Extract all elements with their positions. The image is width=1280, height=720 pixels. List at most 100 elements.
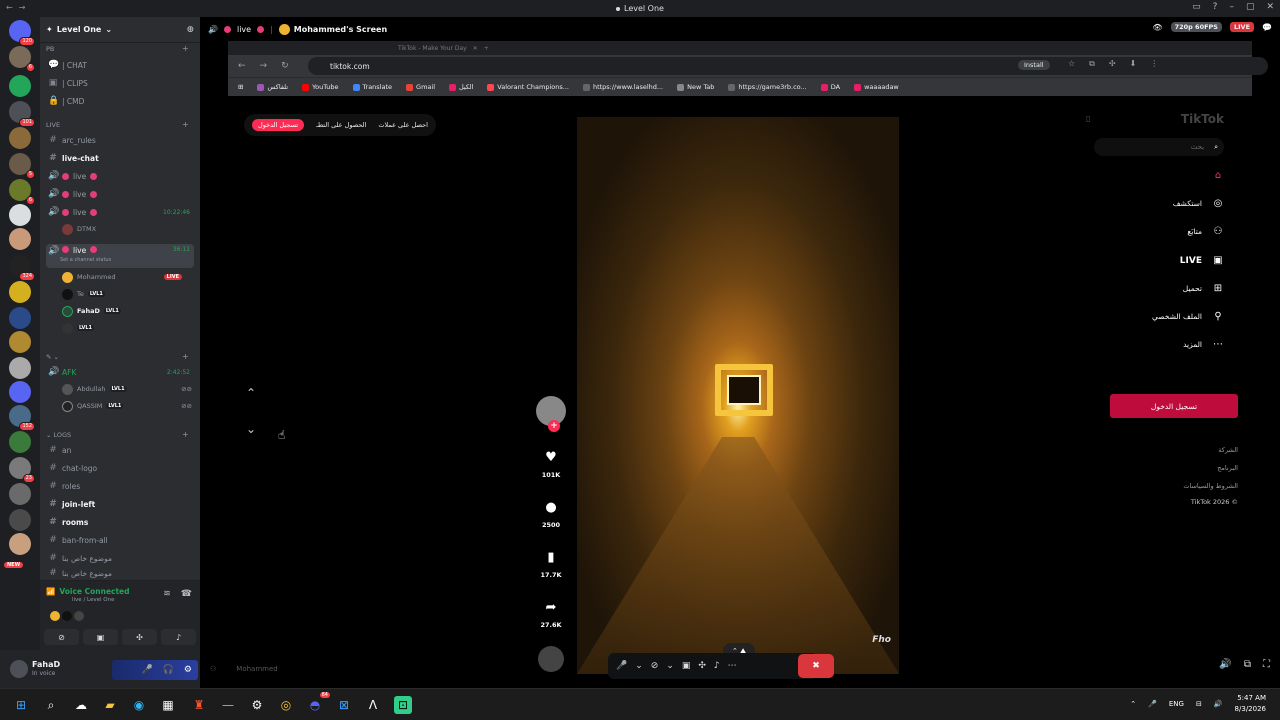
tab-close-icon[interactable]: ✕ [473,45,478,52]
bookmark-item[interactable]: https://www.laselhd... [582,83,663,91]
apps-icon[interactable]: ⊞ [238,83,243,91]
file-explorer-icon[interactable]: ▰ [101,696,119,714]
bookmark-item[interactable]: الكيل [449,83,473,91]
screen-share-button[interactable]: ▣ [83,629,118,645]
inbox-icon[interactable]: ▭ [1192,2,1201,12]
server-icon[interactable] [9,75,31,97]
server-icon[interactable] [9,357,31,379]
search-icon[interactable]: ⌕ [42,696,60,714]
nav-live[interactable]: LIVE ▣ [1180,255,1224,266]
server-icon[interactable]: 6 [9,46,35,72]
bookmark-item[interactable]: تلفاكس [257,83,288,91]
nav-more[interactable]: المزيد ⋯ [1183,339,1224,350]
volume-icon[interactable]: 🔊 [1219,659,1231,670]
save-button[interactable]: ▮ 17.7K [533,550,569,579]
server-icon[interactable]: 5 [9,153,35,179]
nav-upload[interactable]: تحميل ⊞ [1183,283,1224,294]
voice-user-qassim[interactable]: QASSIM LVL1 ⊘⊘ [62,398,192,414]
server-icon[interactable] [9,228,31,250]
channel-chat-logo[interactable]: # chat-logo [46,460,194,476]
channel-ban-from-all[interactable]: # ban-from-all [46,532,194,548]
bookmark-star-icon[interactable]: ☆ [1068,59,1075,69]
more-options-icon[interactable]: ⋯ [728,661,737,671]
server-icon[interactable] [9,533,31,555]
popout-icon[interactable]: ⧉ [1244,659,1251,670]
server-icon[interactable] [9,509,31,531]
category-live[interactable]: LIVE + [46,120,189,129]
tiktok-search[interactable]: بحث ⌕ [1094,138,1224,156]
server-header[interactable]: ✦ Level One ⌄ ⊕ [40,17,200,43]
bookmark-item[interactable]: New Tab [677,83,714,91]
new-tab-icon[interactable]: + [484,45,489,52]
voice-channel-afk[interactable]: 🔊 AFK 2:42:52 [46,364,194,380]
chat-bubble-icon[interactable]: 💬 [1262,23,1272,32]
browser-tab[interactable]: TikTok - Make Your Day [398,45,467,52]
channel-topic-2[interactable]: # موضوع خاص بنا [46,568,194,578]
network-icon[interactable]: ⊟ [1196,700,1202,708]
creator-avatar-button[interactable]: + [533,396,569,432]
nav-following[interactable]: متابَع ⚇ [1187,226,1224,237]
video-player[interactable]: Fho [577,117,899,674]
music-disc-button[interactable] [533,646,569,672]
clock[interactable]: 5:47 AM 8/3/2026 [1235,693,1266,715]
game-app-icon[interactable]: ⊡ [394,696,412,714]
headphones-icon[interactable]: 🎧 [163,665,174,675]
channel-rooms[interactable]: # rooms [46,514,194,530]
server-icon[interactable] [9,307,31,329]
reload-icon[interactable]: ↻ [281,61,289,71]
bookmark-item[interactable]: DA [820,83,840,91]
category-unnamed[interactable]: ✎ ⌄ + [46,352,189,361]
extensions-puzzle-icon[interactable]: ✣ [1109,59,1116,69]
stop-watching-button[interactable]: ✖ [798,654,834,678]
invite-icon[interactable]: ⊕ [186,25,194,35]
footer-company[interactable]: الشركة [1218,446,1238,454]
channel-join-left[interactable]: # join-left [46,496,194,512]
voice-status[interactable]: 📶 Voice Connected [46,587,130,596]
voice-location[interactable]: live / Level One [72,597,115,603]
fullscreen-icon[interactable]: ⛶ [1263,659,1270,670]
camera-off-button[interactable]: ⊘ [44,629,79,645]
store-icon[interactable]: ▦ [159,696,177,714]
bookmark-item[interactable]: https://game3rb.co... [728,83,807,91]
server-icon[interactable]: 152 [9,405,35,431]
close-icon[interactable]: ✕ [1266,2,1274,12]
chevron-down-icon[interactable]: ⌄ [635,661,643,671]
server-icon[interactable]: 120 [9,20,35,46]
nav-explore[interactable]: استكشف ◎ [1173,198,1224,209]
voice-channel-live-1[interactable]: 🔊 live [46,168,194,184]
snipping-icon[interactable]: ⊠ [335,696,353,714]
channel-clips[interactable]: ▣ | CLIPS [46,75,194,91]
voice-channel-live-2[interactable]: 🔊 live [46,186,194,202]
disconnect-icon[interactable]: ☎ [181,589,192,599]
browser-menu-icon[interactable]: ⋮ [1150,59,1158,69]
voice-user-abdullah[interactable]: Abdullah LVL1 ⊘⊘ [62,381,192,397]
channel-live-chat[interactable]: # live-chat [46,150,194,166]
forward-icon[interactable]: → [260,61,268,71]
user-avatar[interactable] [10,660,28,678]
footer-terms[interactable]: الشروط والسياسات [1183,482,1238,490]
channel-an[interactable]: # an [46,442,194,458]
nav-profile[interactable]: الملف الشخصي ⚲ [1152,311,1224,322]
window-controls[interactable]: ▭ ? – ▢ ✕ [1192,2,1274,12]
downloads-icon[interactable]: ⬇ [1130,59,1137,69]
mic-icon[interactable]: 🎤 [616,661,627,671]
voice-user-4[interactable]: LVL1 [62,320,95,336]
brave-icon[interactable]: ♜ [190,696,208,714]
mic-icon[interactable]: 🎤 [1148,700,1157,708]
channel-cmd[interactable]: 🔒 | CMD [46,93,194,109]
server-icon[interactable] [9,281,31,303]
server-icon[interactable]: 23 [9,457,35,483]
terminal-icon[interactable]: Λ [364,696,382,714]
add-channel-icon[interactable]: + [182,120,189,129]
install-button[interactable]: Install [1018,60,1050,70]
user-name[interactable]: FahaD [32,660,60,669]
minimize-icon[interactable]: – [1229,2,1234,12]
server-icon[interactable] [9,381,31,403]
voice-user-2[interactable]: Te LVL1 [62,286,105,302]
chevron-down-icon[interactable]: ⌄ [666,661,674,671]
server-icon[interactable] [9,204,31,226]
activities-icon[interactable]: ✣ [698,661,706,671]
stream-channel[interactable]: live [237,25,251,34]
activities-button[interactable]: ✣ [122,629,157,645]
voice-channel-live-selected[interactable]: 🔊 live 36:11 Set a channel status [46,244,194,268]
